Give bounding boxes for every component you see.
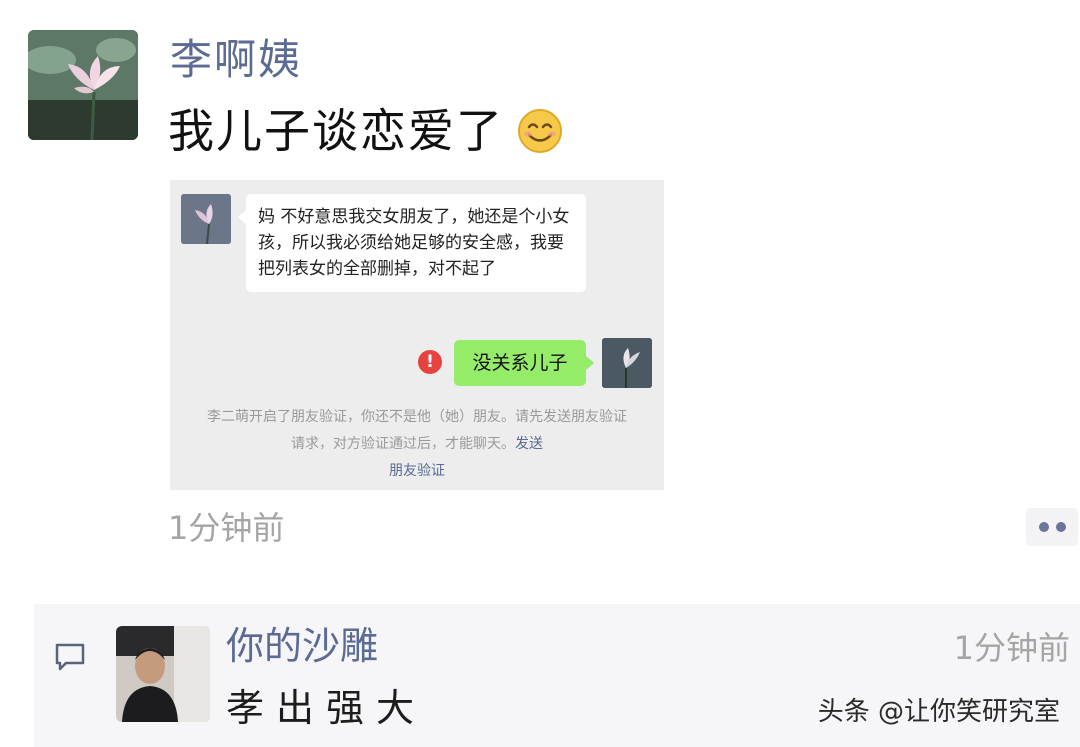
flower-image [181,194,231,244]
more-dots-icon [1056,522,1066,532]
more-options-button[interactable] [1026,508,1078,546]
comment-timestamp: 1分钟前 [953,629,1070,667]
watermark: 头条 @让你笑研究室 [817,697,1060,727]
comment-text: 孝出强大 [226,686,427,730]
contact-avatar [181,194,231,244]
post-author-name[interactable]: 李啊姨 [170,32,302,88]
outgoing-message-bubble: 没关系儿子 [454,340,594,386]
comment-icon [55,643,85,671]
post-author-avatar[interactable] [28,30,138,140]
incoming-message-bubble: 妈 不好意思我交女朋友了，她还是个小女孩，所以我必须给她足够的安全感，我要把列表… [238,194,586,292]
self-avatar [602,338,652,388]
post-timestamp: 1分钟前 [168,509,285,547]
system-notice: 李二萌开启了朋友验证，你还不是他（她）朋友。请先发送朋友验证请求，对方验证通过后… [204,404,630,485]
commenter-avatar[interactable] [116,626,210,722]
comment-section: 你的沙雕 孝出强大 1分钟前 头条 @让你笑研究室 [34,604,1080,747]
flower-image [602,338,652,388]
system-notice-text: 李二萌开启了朋友验证，你还不是他（她）朋友。请先发送朋友验证请求，对方验证通过后… [207,409,627,452]
commenter-name[interactable]: 你的沙雕 [226,620,378,672]
exclamation-icon: ! [418,350,442,374]
post-image-chat-screenshot[interactable]: 妈 不好意思我交女朋友了，她还是个小女孩，所以我必须给她足够的安全感，我要把列表… [170,180,664,490]
smile-emoji-icon [518,109,562,153]
person-photo [116,626,210,722]
post-content: 我儿子谈恋爱了 [168,100,564,162]
post-text: 我儿子谈恋爱了 [168,104,504,158]
send-link: 发送 [515,436,543,452]
friend-verification-link: 朋友验证 [389,463,445,479]
lotus-image [28,30,138,140]
more-dots-icon [1039,522,1049,532]
